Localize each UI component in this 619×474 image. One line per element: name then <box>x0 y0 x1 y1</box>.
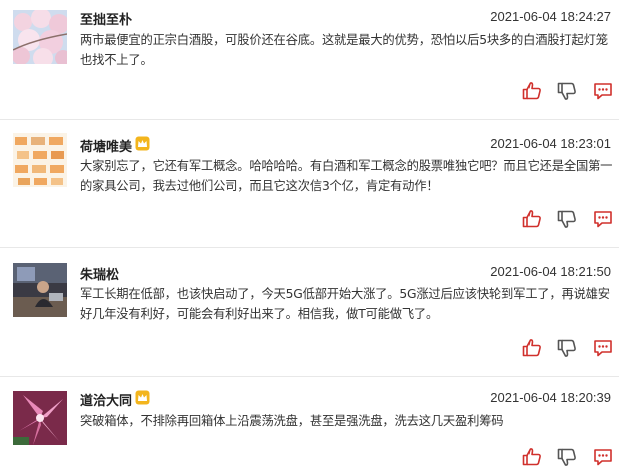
avatar[interactable] <box>13 263 67 317</box>
comment-actions <box>0 337 619 359</box>
avatar[interactable] <box>13 391 67 445</box>
comment-icon <box>594 449 612 466</box>
reply-button[interactable] <box>592 80 614 102</box>
comment-actions <box>0 80 619 102</box>
thumbs-up-icon <box>522 82 541 100</box>
comment-text: 两市最便宜的正宗白酒股，可股价还在谷底。这就是最大的优势，恐怕以后5块多的白酒股… <box>80 33 608 67</box>
comment-post: 道洽大同 2021-06-04 18:20:39 突破箱体，不排除再回箱体上沿震… <box>0 377 619 474</box>
comment-post: 朱瑞松 2021-06-04 18:21:50 军工长期在低部，也该快启动了，今… <box>0 248 619 376</box>
thumbs-up-icon <box>522 210 541 228</box>
like-button[interactable] <box>521 446 543 468</box>
dislike-button[interactable] <box>556 80 578 102</box>
dislike-button[interactable] <box>556 446 578 468</box>
comment-icon <box>594 340 612 357</box>
like-button[interactable] <box>521 337 543 359</box>
comment-text: 军工长期在低部，也该快启动了，今天5G低部开始大涨了。5G涨过后应该快轮到军工了… <box>80 287 610 321</box>
reply-button[interactable] <box>592 208 614 230</box>
comment-icon <box>594 211 612 228</box>
username[interactable]: 至拙至朴 <box>80 9 132 28</box>
thumbs-down-icon <box>557 339 576 357</box>
reply-button[interactable] <box>592 337 614 359</box>
comment-actions <box>0 446 619 468</box>
crown-icon <box>135 136 150 151</box>
comment-actions <box>0 208 619 230</box>
thumbs-down-icon <box>557 448 576 466</box>
thumbs-down-icon <box>557 210 576 228</box>
comment-feed: 至拙至朴 2021-06-04 18:24:27 两市最便宜的正宗白酒股，可股价… <box>0 0 619 474</box>
comment-icon <box>594 83 612 100</box>
avatar[interactable] <box>13 10 67 64</box>
post-time: 2021-06-04 18:21:50 <box>490 264 611 279</box>
username[interactable]: 朱瑞松 <box>80 264 119 283</box>
dislike-button[interactable] <box>556 337 578 359</box>
post-time: 2021-06-04 18:23:01 <box>490 136 611 151</box>
dislike-button[interactable] <box>556 208 578 230</box>
post-time: 2021-06-04 18:24:27 <box>490 9 611 24</box>
crown-icon <box>135 390 150 405</box>
username[interactable]: 荷塘唯美 <box>80 136 132 155</box>
thumbs-up-icon <box>522 339 541 357</box>
thumbs-up-icon <box>522 448 541 466</box>
reply-button[interactable] <box>592 446 614 468</box>
comment-text: 突破箱体，不排除再回箱体上沿震荡洗盘，甚至是强洗盘，洗去这几天盈利筹码 <box>80 414 504 428</box>
thumbs-down-icon <box>557 82 576 100</box>
like-button[interactable] <box>521 80 543 102</box>
post-time: 2021-06-04 18:20:39 <box>490 390 611 405</box>
comment-post: 至拙至朴 2021-06-04 18:24:27 两市最便宜的正宗白酒股，可股价… <box>0 0 619 118</box>
comment-text: 大家别忘了，它还有军工概念。哈哈哈哈。有白酒和军工概念的股票唯独它吧？而且它还是… <box>80 159 613 193</box>
username[interactable]: 道洽大同 <box>80 390 132 409</box>
avatar[interactable] <box>13 133 67 187</box>
like-button[interactable] <box>521 208 543 230</box>
comment-post: 荷塘唯美 2021-06-04 18:23:01 大家别忘了，它还有军工概念。哈… <box>0 120 619 247</box>
